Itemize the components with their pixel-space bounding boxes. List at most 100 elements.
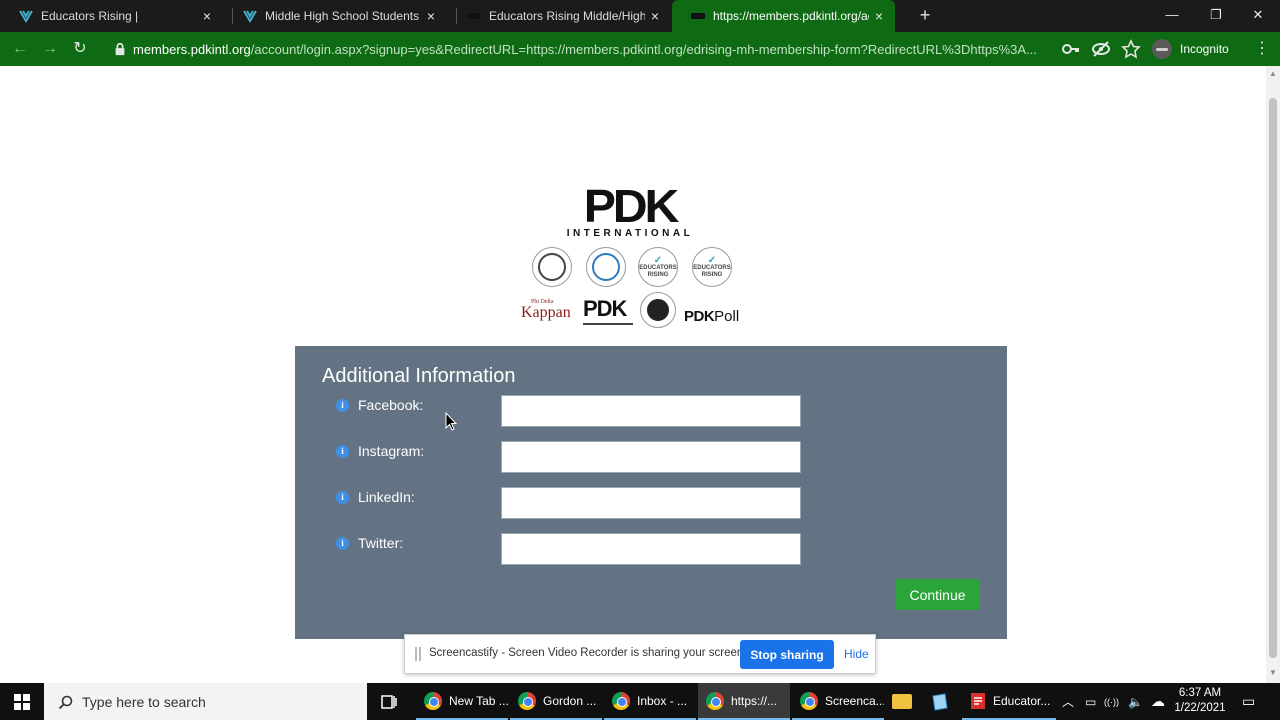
continue-button[interactable]: Continue bbox=[896, 579, 979, 610]
chrome-icon bbox=[800, 691, 818, 710]
close-icon[interactable]: × bbox=[869, 8, 889, 24]
pdk-small-logo: PDK bbox=[583, 296, 633, 325]
taskbar-app-gordon[interactable]: Gordon ... bbox=[510, 683, 602, 720]
facebook-input[interactable] bbox=[501, 395, 801, 427]
page-scrollbar[interactable]: ▲ ▼ bbox=[1266, 66, 1280, 683]
linkedin-input[interactable] bbox=[501, 487, 801, 519]
drag-handle-icon[interactable] bbox=[415, 647, 421, 661]
reload-button[interactable]: ↻ bbox=[69, 38, 91, 60]
hide-link[interactable]: Hide bbox=[844, 647, 869, 661]
tab-title: https://members.pdkintl.org/acc bbox=[713, 9, 869, 23]
file-explorer-icon[interactable] bbox=[882, 683, 922, 720]
seal-pi-lambda-theta-icon bbox=[532, 247, 572, 287]
facebook-row: i Facebook: bbox=[335, 395, 815, 427]
info-icon[interactable]: i bbox=[336, 399, 349, 412]
windows-taskbar: New Tab ... Gordon ... Inbox - ... https… bbox=[0, 683, 1280, 720]
info-icon[interactable]: i bbox=[336, 445, 349, 458]
scroll-down-icon[interactable]: ▼ bbox=[1269, 669, 1277, 677]
tray-chevron-icon[interactable]: ︿ bbox=[1062, 683, 1074, 720]
mouse-cursor-icon bbox=[445, 412, 457, 431]
scrollbar-thumb[interactable] bbox=[1269, 98, 1277, 658]
start-button[interactable] bbox=[0, 683, 44, 720]
close-icon[interactable]: × bbox=[421, 8, 441, 24]
star-icon[interactable] bbox=[1120, 38, 1142, 60]
facebook-label: Facebook: bbox=[358, 397, 424, 413]
chrome-icon bbox=[424, 691, 442, 710]
info-icon[interactable]: i bbox=[336, 491, 349, 504]
screencastify-bar: Screencastify - Screen Video Recorder is… bbox=[404, 634, 876, 674]
pdk-favicon-icon bbox=[691, 13, 705, 19]
back-button[interactable]: ← bbox=[9, 38, 31, 60]
page-content: PDK INTERNATIONAL ✓ EDUCATORS RISING ✓ EDU… bbox=[0, 66, 1266, 683]
pdk-international-logo: PDK INTERNATIONAL bbox=[566, 183, 694, 239]
pdk-poll-logo: PDKPoll bbox=[684, 308, 740, 325]
seal-blue-icon bbox=[586, 247, 626, 287]
clock-date: 1/22/2021 bbox=[1174, 702, 1226, 714]
pdk-favicon-icon bbox=[467, 13, 481, 19]
new-tab-button[interactable]: + bbox=[914, 4, 936, 26]
search-icon bbox=[58, 695, 73, 709]
search-input[interactable] bbox=[82, 693, 332, 710]
tab-members-login[interactable]: https://members.pdkintl.org/acc × bbox=[672, 0, 895, 32]
seal-delta-kappa-icon bbox=[640, 292, 676, 328]
sharing-message: Screencastify - Screen Video Recorder is… bbox=[429, 647, 747, 659]
taskbar-search[interactable] bbox=[44, 683, 367, 720]
notepad-icon[interactable] bbox=[920, 683, 960, 720]
system-clock[interactable]: 6:37 AM 1/22/2021 bbox=[1170, 686, 1230, 716]
tab-educators-rising[interactable]: Educators Rising | × bbox=[0, 0, 223, 32]
notification-icon[interactable]: ▭ bbox=[1242, 683, 1255, 720]
menu-icon[interactable]: ⋮ bbox=[1252, 38, 1272, 60]
onedrive-cloud-icon[interactable]: ☁ bbox=[1151, 683, 1165, 720]
pdf-icon bbox=[971, 692, 985, 709]
linkedin-label: LinkedIn: bbox=[358, 489, 415, 505]
restore-button[interactable]: ❐ bbox=[1194, 0, 1238, 32]
wifi-icon[interactable]: ((·)) bbox=[1104, 683, 1119, 720]
educators-rising-favicon-icon bbox=[19, 10, 33, 23]
clock-time: 6:37 AM bbox=[1178, 687, 1222, 699]
close-icon[interactable]: × bbox=[645, 8, 665, 24]
incognito-label: Incognito bbox=[1180, 42, 1229, 56]
stop-sharing-button[interactable]: Stop sharing bbox=[740, 640, 834, 669]
forward-button[interactable]: → bbox=[39, 38, 61, 60]
additional-information-form: Additional Information i Facebook: i Ins… bbox=[295, 346, 1007, 639]
tab-title: Middle High School Students | Ed bbox=[265, 9, 421, 23]
taskbar-app-inbox[interactable]: Inbox - ... bbox=[604, 683, 696, 720]
lock-icon bbox=[115, 42, 125, 56]
tab-middle-high-school[interactable]: Middle High School Students | Ed × bbox=[224, 0, 447, 32]
taskbar-app-new-tab[interactable]: New Tab ... bbox=[416, 683, 508, 720]
chrome-icon bbox=[612, 691, 630, 710]
taskbar-app-screencastify[interactable]: Screenca... bbox=[792, 683, 884, 720]
taskbar-app-pdf[interactable]: Educator... bbox=[962, 683, 1056, 720]
tab-title: Educators Rising Middle/High Sc bbox=[489, 9, 645, 23]
twitter-row: i Twitter: bbox=[335, 533, 815, 565]
instagram-row: i Instagram: bbox=[335, 441, 815, 473]
instagram-input[interactable] bbox=[501, 441, 801, 473]
url-host: members.pdkintl.org bbox=[133, 41, 251, 57]
incognito-icon bbox=[1152, 39, 1172, 59]
battery-icon[interactable]: ▭ bbox=[1085, 683, 1096, 720]
url-path: /account/login.aspx?signup=yes&RedirectU… bbox=[250, 41, 1037, 57]
seal-educators-rising-icon: ✓ EDUCATORS RISING bbox=[638, 247, 678, 287]
eye-off-icon[interactable] bbox=[1090, 38, 1112, 60]
window-close-button[interactable]: ✕ bbox=[1236, 0, 1280, 32]
address-bar[interactable]: members.pdkintl.org/account/login.aspx?s… bbox=[112, 38, 1052, 60]
tab-title: Educators Rising | bbox=[41, 9, 139, 23]
incognito-badge[interactable]: Incognito bbox=[1152, 37, 1229, 61]
key-icon[interactable] bbox=[1060, 38, 1082, 60]
task-view-icon[interactable] bbox=[378, 691, 400, 713]
taskbar-app-https[interactable]: https://... bbox=[698, 683, 790, 720]
info-icon[interactable]: i bbox=[336, 537, 349, 550]
browser-toolbar: ← → ↻ members.pdkintl.org/account/login.… bbox=[0, 32, 1280, 66]
tab-educators-rising-mh[interactable]: Educators Rising Middle/High Sc × bbox=[448, 0, 671, 32]
minimize-button[interactable]: — bbox=[1150, 0, 1194, 32]
twitter-input[interactable] bbox=[501, 533, 801, 565]
browser-tab-strip: Educators Rising | × Middle High School … bbox=[0, 0, 1280, 32]
scroll-up-icon[interactable]: ▲ bbox=[1269, 70, 1277, 78]
twitter-label: Twitter: bbox=[358, 535, 404, 551]
volume-icon[interactable]: 🔈 bbox=[1128, 683, 1143, 720]
educators-rising-favicon-icon bbox=[243, 10, 257, 23]
kappan-logo: Phi Delta Kappan bbox=[521, 299, 571, 321]
seal-educators-rising-blue-icon: ✓ EDUCATORS RISING bbox=[692, 247, 732, 287]
close-icon[interactable]: × bbox=[197, 8, 217, 24]
instagram-label: Instagram: bbox=[358, 443, 425, 459]
